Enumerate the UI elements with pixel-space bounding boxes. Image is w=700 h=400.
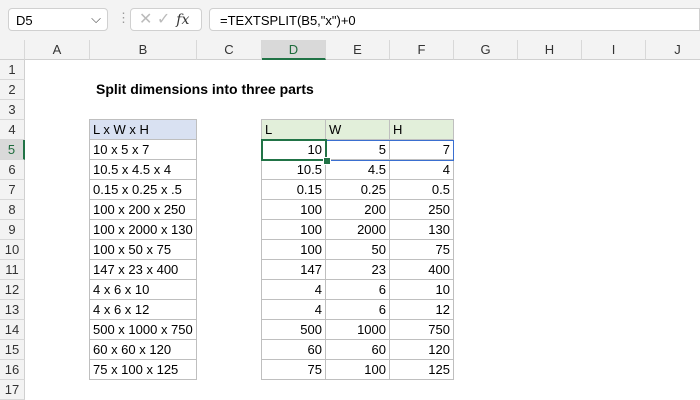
input-cell[interactable]: 60 x 60 x 120: [89, 339, 197, 360]
column-header-F[interactable]: F: [390, 40, 454, 60]
column-header-J[interactable]: J: [646, 40, 700, 60]
row-header-1[interactable]: 1: [0, 60, 25, 80]
formula-bar-area: D5 ⌵ ⋮ ✕ ✓ fx =TEXTSPLIT(B5,"x")+0: [0, 0, 700, 40]
select-all[interactable]: [0, 40, 25, 60]
output-cell[interactable]: 4: [261, 299, 326, 320]
output-cell[interactable]: 147: [261, 259, 326, 280]
output-cell[interactable]: 12: [389, 299, 454, 320]
input-cell[interactable]: 10 x 5 x 7: [89, 139, 197, 160]
column-header-C[interactable]: C: [197, 40, 262, 60]
column-header-H[interactable]: H: [518, 40, 582, 60]
row-header-10[interactable]: 10: [0, 240, 25, 260]
row-header-14[interactable]: 14: [0, 320, 25, 340]
output-cell[interactable]: 4: [261, 279, 326, 300]
output-cell[interactable]: 4: [389, 159, 454, 180]
row-header-3[interactable]: 3: [0, 100, 25, 120]
output-cell[interactable]: 0.5: [389, 179, 454, 200]
input-cell[interactable]: 75 x 100 x 125: [89, 359, 197, 380]
output-cell[interactable]: 750: [389, 319, 454, 340]
output-cell[interactable]: 23: [325, 259, 390, 280]
output-header-cell[interactable]: W: [325, 119, 390, 140]
input-cell[interactable]: 10.5 x 4.5 x 4: [89, 159, 197, 180]
output-cell[interactable]: 1000: [325, 319, 390, 340]
row-header-17[interactable]: 17: [0, 380, 25, 400]
row-header-13[interactable]: 13: [0, 300, 25, 320]
output-cell[interactable]: 75: [389, 239, 454, 260]
input-cell[interactable]: 100 x 50 x 75: [89, 239, 197, 260]
name-box[interactable]: D5 ⌵: [8, 8, 108, 31]
output-cell[interactable]: 125: [389, 359, 454, 380]
fx-icon[interactable]: fx: [176, 12, 189, 28]
output-header-cell[interactable]: H: [389, 119, 454, 140]
input-cell[interactable]: 147 x 23 x 400: [89, 259, 197, 280]
cancel-icon[interactable]: ✕: [139, 11, 152, 28]
output-cell[interactable]: 10.5: [261, 159, 326, 180]
row-header-16[interactable]: 16: [0, 360, 25, 380]
row-header-15[interactable]: 15: [0, 340, 25, 360]
output-cell[interactable]: 10: [389, 279, 454, 300]
output-cell[interactable]: 200: [325, 199, 390, 220]
input-cell[interactable]: 500 x 1000 x 750: [89, 319, 197, 340]
output-cell[interactable]: 2000: [325, 219, 390, 240]
row-header-9[interactable]: 9: [0, 220, 25, 240]
column-header-E[interactable]: E: [326, 40, 390, 60]
input-cell[interactable]: 0.15 x 0.25 x .5: [89, 179, 197, 200]
column-header-D[interactable]: D: [262, 40, 326, 60]
column-header-A[interactable]: A: [25, 40, 90, 60]
output-cell[interactable]: 50: [325, 239, 390, 260]
column-header-B[interactable]: B: [90, 40, 197, 60]
input-cell[interactable]: 4 x 6 x 10: [89, 279, 197, 300]
enter-icon[interactable]: ✓: [157, 11, 170, 28]
sheet-title: Split dimensions into three parts: [96, 81, 314, 97]
column-header-G[interactable]: G: [454, 40, 518, 60]
output-cell[interactable]: 60: [261, 339, 326, 360]
output-cell[interactable]: 6: [325, 299, 390, 320]
output-cell[interactable]: 400: [389, 259, 454, 280]
output-cell[interactable]: 120: [389, 339, 454, 360]
row-header-8[interactable]: 8: [0, 200, 25, 220]
row-header-2[interactable]: 2: [0, 80, 25, 100]
output-cell[interactable]: 100: [261, 239, 326, 260]
active-cell-border: [261, 139, 327, 161]
input-header-cell[interactable]: L x W x H: [89, 119, 197, 140]
output-cell[interactable]: 100: [325, 359, 390, 380]
row-header-7[interactable]: 7: [0, 180, 25, 200]
chevron-down-icon[interactable]: ⌵: [91, 11, 101, 27]
output-header-cell[interactable]: L: [261, 119, 326, 140]
output-cell[interactable]: 4.5: [325, 159, 390, 180]
row-header-4[interactable]: 4: [0, 120, 25, 140]
output-cell[interactable]: 500: [261, 319, 326, 340]
name-box-value: D5: [16, 13, 33, 28]
output-cell[interactable]: 130: [389, 219, 454, 240]
output-cell[interactable]: 100: [261, 219, 326, 240]
row-header-5[interactable]: 5: [0, 140, 25, 160]
output-cell[interactable]: 100: [261, 199, 326, 220]
output-cell[interactable]: 0.15: [261, 179, 326, 200]
fill-handle[interactable]: [323, 157, 331, 165]
row-header-12[interactable]: 12: [0, 280, 25, 300]
row-header-11[interactable]: 11: [0, 260, 25, 280]
more-icon: ⋮: [117, 10, 130, 25]
output-cell[interactable]: 75: [261, 359, 326, 380]
output-cell[interactable]: 250: [389, 199, 454, 220]
formula-buttons: ✕ ✓ fx: [130, 8, 202, 31]
output-cell[interactable]: 60: [325, 339, 390, 360]
column-header-I[interactable]: I: [582, 40, 646, 60]
output-cell[interactable]: 0.25: [325, 179, 390, 200]
row-header-6[interactable]: 6: [0, 160, 25, 180]
input-cell[interactable]: 100 x 2000 x 130: [89, 219, 197, 240]
input-cell[interactable]: 100 x 200 x 250: [89, 199, 197, 220]
formula-input[interactable]: =TEXTSPLIT(B5,"x")+0: [209, 8, 700, 31]
output-cell[interactable]: 6: [325, 279, 390, 300]
input-cell[interactable]: 4 x 6 x 12: [89, 299, 197, 320]
